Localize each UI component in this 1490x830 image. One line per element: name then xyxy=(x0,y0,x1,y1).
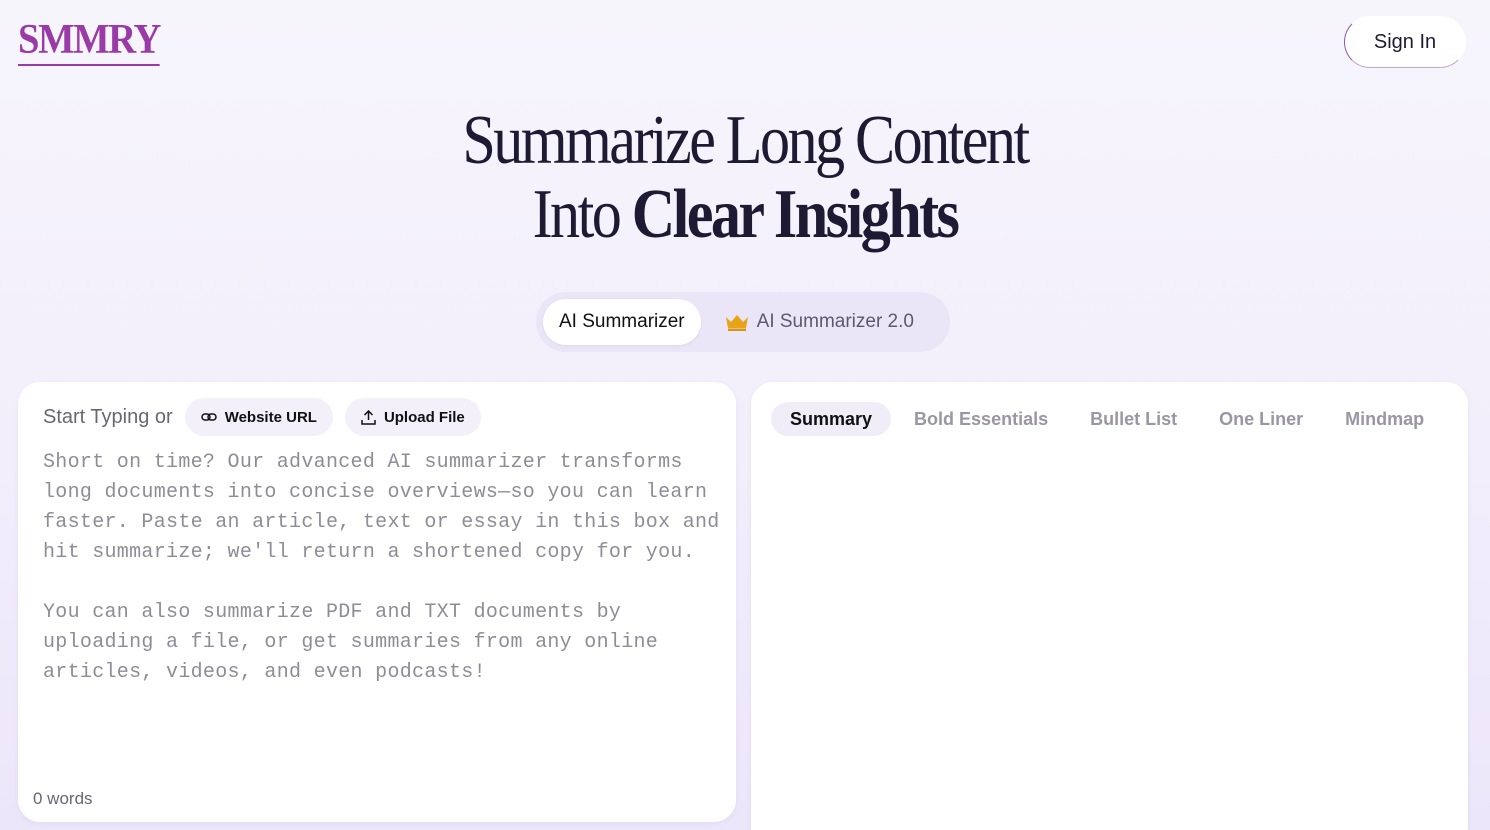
link-icon xyxy=(200,413,217,421)
tab-mindmap[interactable]: Mindmap xyxy=(1326,402,1443,436)
hero-heading: Summarize Long Content Into Clear Insigh… xyxy=(0,104,1490,252)
ai-summarizer-2-mode-button[interactable]: AI Summarizer 2.0 xyxy=(709,299,930,345)
website-url-label: Website URL xyxy=(224,408,317,426)
upload-file-button[interactable]: Upload File xyxy=(344,398,481,436)
crown-icon xyxy=(725,315,748,331)
mode-switch: AI Summarizer AI Summarizer 2.0 xyxy=(536,292,950,352)
text-input-area[interactable]: Short on time? Our advanced AI summarize… xyxy=(43,448,723,688)
smmry-logo[interactable]: SMMRY xyxy=(18,16,161,66)
tab-summary[interactable]: Summary xyxy=(771,402,892,436)
tab-one-liner[interactable]: One Liner xyxy=(1200,402,1322,436)
sign-in-button[interactable]: Sign In xyxy=(1344,16,1466,68)
upload-file-label: Upload File xyxy=(383,408,465,426)
website-url-button[interactable]: Website URL xyxy=(184,398,333,436)
start-typing-label: Start Typing or xyxy=(43,405,173,428)
hero-line-2-strong: Clear Insights xyxy=(631,176,960,253)
word-count: 0 words xyxy=(33,789,93,808)
tab-bold-essentials[interactable]: Bold Essentials xyxy=(895,402,1067,436)
ai-summarizer-2-label: AI Summarizer 2.0 xyxy=(756,311,914,332)
hero-line-2-plain: Into xyxy=(532,176,632,253)
hero-line-1: Summarize Long Content xyxy=(462,102,1030,179)
output-tabs: Summary Bold Essentials Bullet List One … xyxy=(771,402,1447,436)
ai-summarizer-mode-button[interactable]: AI Summarizer xyxy=(543,299,701,345)
upload-icon xyxy=(361,409,376,425)
input-panel: Start Typing or Website URL Upload File … xyxy=(18,382,736,822)
hero-line-2: Into Clear Insights xyxy=(104,178,1385,252)
output-panel: Summary Bold Essentials Bullet List One … xyxy=(751,382,1468,830)
input-toolbar: Start Typing or Website URL Upload File xyxy=(43,398,493,436)
tab-bullet-list[interactable]: Bullet List xyxy=(1071,402,1196,436)
